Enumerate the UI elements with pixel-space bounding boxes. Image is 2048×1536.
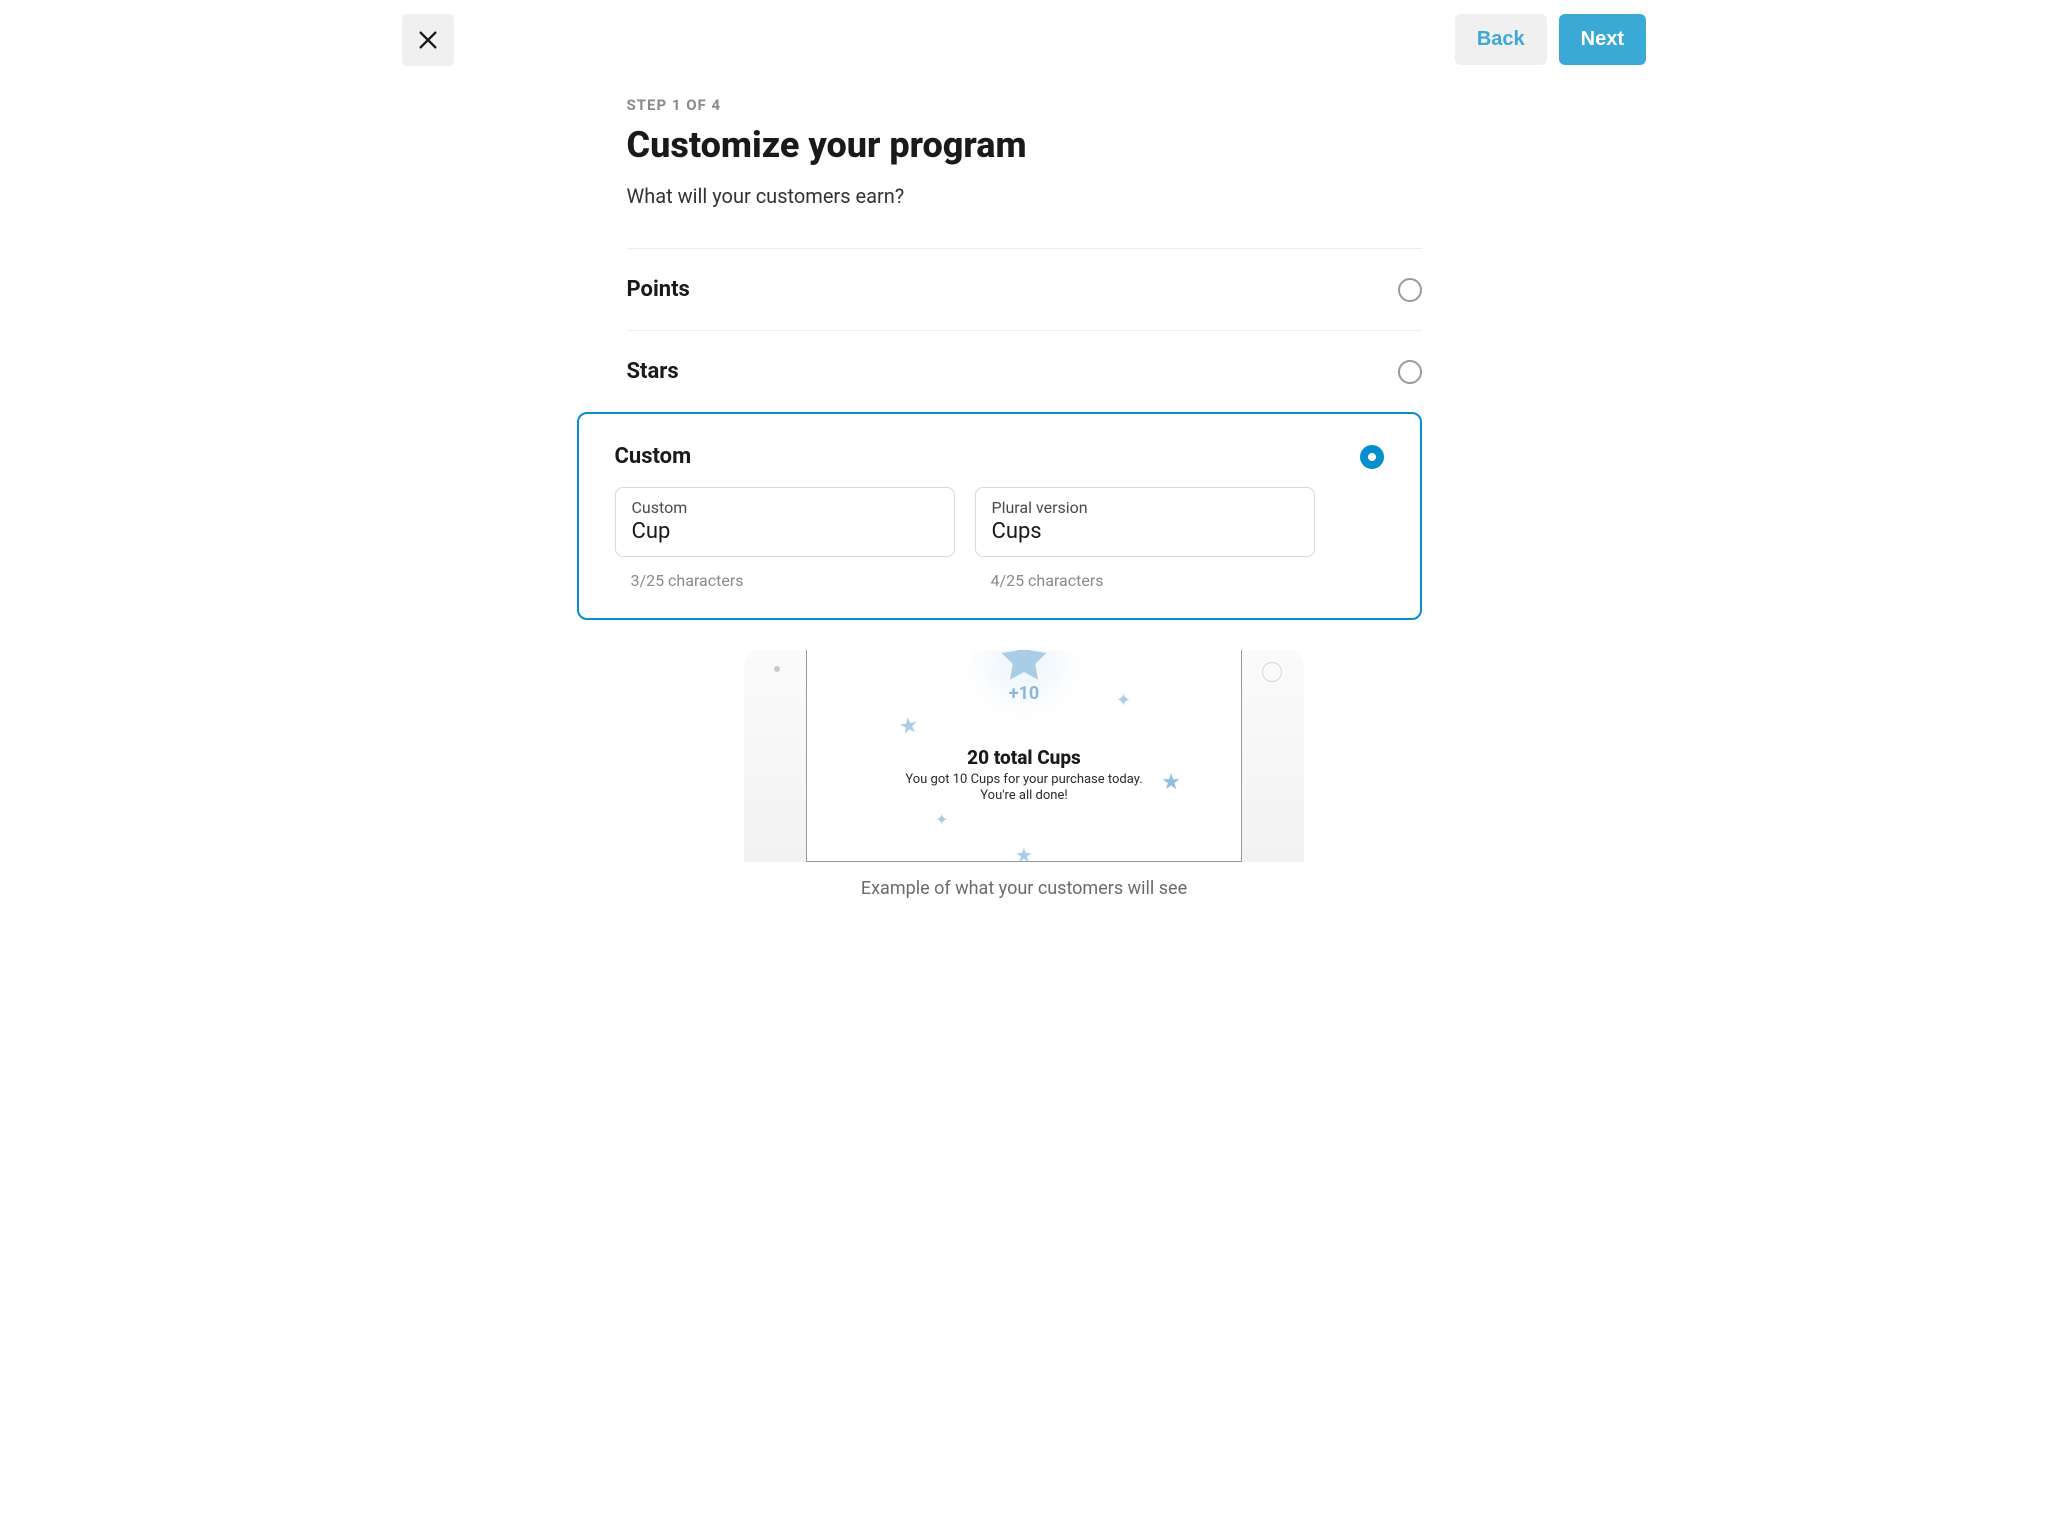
close-icon <box>417 29 439 51</box>
back-button[interactable]: Back <box>1455 14 1547 65</box>
radio-stars[interactable] <box>1398 360 1422 384</box>
custom-singular-field: Custom <box>615 487 955 557</box>
close-button[interactable] <box>402 14 454 66</box>
sparkle-icon: ✦ <box>1116 690 1131 711</box>
custom-plural-label: Plural version <box>992 498 1298 517</box>
custom-singular-charcount: 3/25 characters <box>615 571 955 590</box>
sparkle-icon: ★ <box>897 712 921 740</box>
option-custom[interactable]: Custom <box>615 444 1384 469</box>
custom-plural-field: Plural version <box>975 487 1315 557</box>
option-stars[interactable]: Stars <box>627 330 1422 412</box>
custom-plural-input[interactable] <box>992 519 1298 544</box>
option-custom-label: Custom <box>615 444 692 469</box>
preview-section: +10 ★ ✦ ★ ★ ✦ 20 total Cups You got 10 C… <box>627 650 1422 899</box>
option-custom-card: Custom Custom 3/25 characters Plural ver… <box>577 412 1422 620</box>
custom-singular-label: Custom <box>632 498 938 517</box>
header-bar: Back Next <box>402 14 1646 66</box>
option-stars-label: Stars <box>627 359 679 384</box>
custom-plural-charcount: 4/25 characters <box>975 571 1315 590</box>
radio-points[interactable] <box>1398 278 1422 302</box>
content-column: STEP 1 OF 4 Customize your program What … <box>627 96 1422 899</box>
step-label: STEP 1 OF 4 <box>627 96 1422 114</box>
preview-burst-label: +10 <box>1009 683 1039 704</box>
sparkle-icon: ★ <box>1015 843 1033 862</box>
preview-caption: Example of what your customers will see <box>861 878 1187 899</box>
preview-screen: +10 ★ ✦ ★ ★ ✦ 20 total Cups You got 10 C… <box>806 650 1242 862</box>
preview-title: 20 total Cups <box>807 746 1241 769</box>
option-points[interactable]: Points <box>627 248 1422 330</box>
page-title: Customize your program <box>627 124 1422 166</box>
option-points-label: Points <box>627 277 690 302</box>
next-button[interactable]: Next <box>1559 14 1646 65</box>
custom-singular-input[interactable] <box>632 519 938 544</box>
radio-custom[interactable] <box>1360 445 1384 469</box>
preview-line2: You're all done! <box>807 788 1241 803</box>
star-icon <box>997 650 1051 686</box>
preview-device: +10 ★ ✦ ★ ★ ✦ 20 total Cups You got 10 C… <box>744 650 1304 862</box>
sparkle-icon: ✦ <box>935 810 948 829</box>
preview-line1: You got 10 Cups for your purchase today. <box>807 772 1241 787</box>
page-subtitle: What will your customers earn? <box>627 184 1422 208</box>
